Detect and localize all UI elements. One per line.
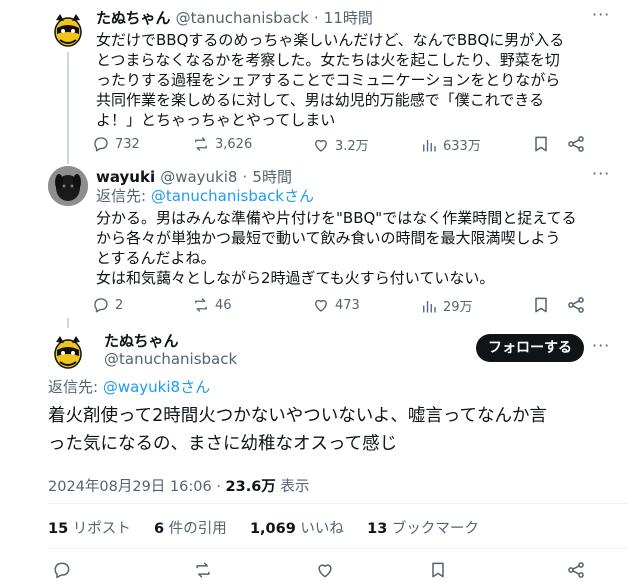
author-handle[interactable]: @wayuki8 [160, 168, 237, 186]
reply-context-label: 返信先: [48, 378, 103, 396]
repost-button[interactable]: 3,626 [192, 135, 252, 153]
reply-icon [94, 137, 108, 152]
reposts-label: リポスト [68, 521, 131, 537]
author-name[interactable]: たぬちゃん [104, 330, 179, 351]
reply-to-link[interactable]: @tanuchanisbackさん [151, 187, 314, 205]
share-button[interactable] [566, 295, 586, 319]
bookmark-button[interactable] [428, 560, 448, 584]
text-line: 女は和気藹々としながら2時過ぎても火すら付いていない。 [96, 269, 495, 287]
reply-icon [94, 298, 108, 313]
follow-button[interactable]: フォローする [476, 334, 584, 362]
reply-count: 732 [115, 136, 140, 152]
bookmark-icon [535, 297, 547, 313]
bookmarks-label: ブックマーク [387, 521, 479, 537]
divider [48, 503, 628, 504]
repost-button[interactable]: 46 [192, 296, 232, 314]
like-count: 473 [335, 297, 360, 313]
share-icon [568, 297, 584, 313]
repost-icon [195, 137, 207, 151]
reply-button[interactable]: 732 [92, 135, 140, 153]
tweet-1[interactable]: たぬちゃん @tanuchanisback · 11時間 ··· 女だけでBBQ… [0, 0, 640, 160]
analytics-icon [423, 139, 436, 152]
bookmark-button[interactable] [531, 134, 551, 158]
repost-count: 3,626 [215, 136, 253, 152]
repost-count: 46 [215, 297, 232, 313]
likes-label: いいね [295, 521, 344, 537]
text-line: 女だけでBBQするのめっちゃ楽しいんだけど、なんでBBQに男が入る [96, 31, 565, 49]
reply-button[interactable]: 2 [92, 296, 123, 314]
like-button[interactable]: 473 [312, 296, 360, 314]
views-count: 633万 [443, 139, 481, 154]
text-line: とつまらなくなるかを考察した。女たちは火を起こしたり、野菜を切 [96, 51, 560, 69]
likes-count: 1,069 [249, 521, 296, 537]
repost-button[interactable] [193, 560, 213, 584]
bookmark-icon [432, 562, 444, 578]
text-line: ったりする過程をシェアすることでコミュニケーションをとりながら [96, 71, 561, 89]
heart-icon [315, 139, 327, 152]
views-count: 29万 [443, 300, 473, 315]
repost-icon [196, 562, 210, 578]
author-name[interactable]: wayuki [96, 168, 155, 186]
separator-dot: · [313, 9, 319, 27]
text-line: とするんだよね。 [96, 249, 216, 267]
share-icon [568, 136, 584, 152]
bookmarks-stat[interactable]: 13 ブックマーク [367, 521, 479, 537]
more-icon[interactable]: ··· [592, 336, 610, 355]
more-icon[interactable]: ··· [592, 5, 610, 24]
reply-context-label: 返信先: [96, 187, 151, 205]
views-label: 表示 [275, 479, 310, 495]
avatar[interactable] [48, 166, 88, 206]
repost-icon [195, 298, 207, 312]
tweet-2[interactable]: wayuki @wayuki8 · 5時間 ··· 返信先: @tanuchan… [0, 160, 640, 320]
bookmark-button[interactable] [531, 295, 551, 319]
separator-dot: · [242, 168, 248, 186]
author-handle[interactable]: @tanuchanisback [176, 9, 309, 27]
like-button[interactable]: 3.2万 [312, 135, 369, 154]
avatar[interactable] [48, 10, 88, 50]
divider [48, 548, 628, 549]
quotes-count: 6 [154, 521, 165, 537]
text-line: った気になるの、まさに幼稚なオスって感じ [48, 434, 398, 454]
text-line: 分かる。男はみんな準備や片付けを"BBQ"ではなく作業時間と捉えてる [96, 209, 577, 227]
quotes-label: 件の引用 [164, 521, 227, 537]
tweet-text: 分かる。男はみんな準備や片付けを"BBQ"ではなく作業時間と捉えてる から各々が… [96, 208, 632, 288]
tweet-timestamp[interactable]: 2024年08月29日 16:06 [48, 479, 212, 495]
timestamp[interactable]: 5時間 [252, 168, 292, 186]
author-handle[interactable]: @tanuchanisback [104, 350, 237, 368]
heart-icon [315, 299, 327, 312]
analytics-icon [423, 300, 436, 313]
more-icon[interactable]: ··· [592, 164, 610, 183]
tweet-text: 着火剤使って2時間火つかないやついないよ、嘘言ってなんか言 った気になるの、まさ… [48, 402, 632, 458]
reply-icon [54, 562, 70, 579]
like-button[interactable] [315, 560, 335, 584]
reposts-stat[interactable]: 15 リポスト [48, 521, 131, 537]
author-name[interactable]: たぬちゃん [96, 9, 171, 27]
reply-count: 2 [115, 297, 124, 313]
like-count: 3.2万 [335, 139, 369, 154]
likes-stat[interactable]: 1,069 いいね [250, 521, 344, 537]
text-line: 共同作業を楽しめるに対して、男は幼児的万能感で「僕これできる [96, 91, 545, 109]
separator-dot: · [216, 479, 226, 495]
main-tweet: たぬちゃん @tanuchanisback フォローする ··· 返信先: @w… [0, 320, 640, 585]
share-button[interactable] [566, 134, 586, 158]
bookmark-icon [535, 136, 547, 152]
tweet-text: 女だけでBBQするのめっちゃ楽しいんだけど、なんでBBQに男が入る とつまらなく… [96, 30, 632, 130]
views-button[interactable]: 29万 [420, 296, 473, 315]
text-line: 着火剤使って2時間火つかないやついないよ、嘘言ってなんか言 [48, 406, 548, 426]
heart-icon [318, 564, 332, 578]
reply-to-link[interactable]: @wayuki8さん [103, 378, 210, 396]
text-line: から各々が単独かつ最短で動いて飲み食いの時間を最大限満喫しよう [96, 229, 561, 247]
bookmarks-count: 13 [367, 521, 388, 537]
avatar[interactable] [48, 332, 88, 372]
timestamp[interactable]: 11時間 [324, 9, 373, 27]
views-count: 23.6万 [225, 479, 276, 495]
quotes-stat[interactable]: 6 件の引用 [154, 521, 227, 537]
share-icon [568, 562, 584, 578]
reposts-count: 15 [48, 521, 69, 537]
share-button[interactable] [566, 560, 586, 584]
reply-button[interactable] [52, 560, 72, 584]
text-line: よ！」とちゃっちゃとやってしまい [96, 111, 336, 129]
views-button[interactable]: 633万 [420, 135, 481, 154]
